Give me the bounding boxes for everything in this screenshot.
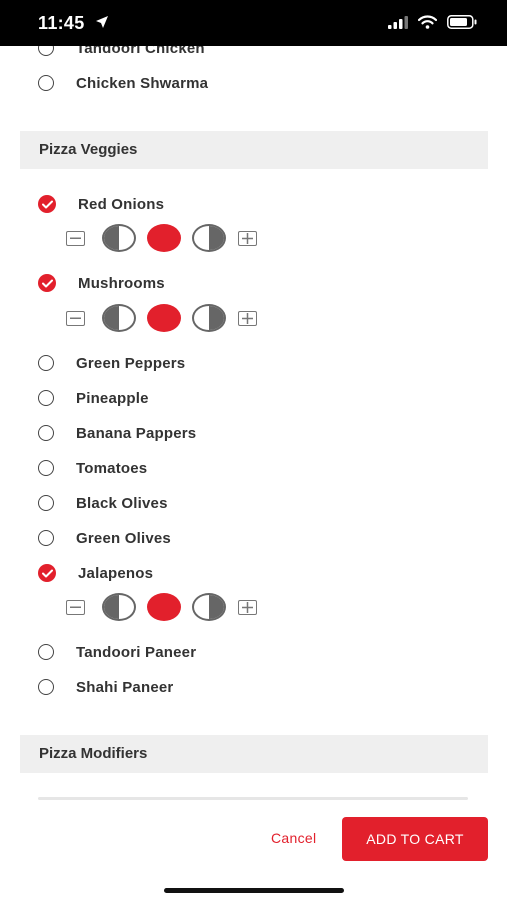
option-red-onions[interactable]: Red Onions <box>38 193 164 215</box>
section-title: Pizza Veggies <box>39 141 138 158</box>
option-green-olives[interactable]: Green Olives <box>38 527 171 549</box>
option-label: Shahi Paneer <box>76 678 174 696</box>
options-scroll-area[interactable]: Tandoori Chicken Chicken Shwarma Pizza V… <box>0 46 507 800</box>
portion-selector-mushrooms <box>66 304 257 332</box>
right-half-portion-icon[interactable] <box>192 593 226 621</box>
increase-portion-icon[interactable] <box>238 599 257 615</box>
home-indicator[interactable] <box>164 888 344 893</box>
decrease-portion-icon[interactable] <box>66 310 85 326</box>
option-pineapple[interactable]: Pineapple <box>38 387 149 409</box>
whole-portion-icon[interactable] <box>147 593 181 621</box>
option-shahi-paneer[interactable]: Shahi Paneer <box>38 676 173 698</box>
option-banana-pappers[interactable]: Banana Pappers <box>38 422 196 444</box>
radio-unchecked-icon[interactable] <box>38 355 54 371</box>
option-green-peppers[interactable]: Green Peppers <box>38 352 185 374</box>
option-mushrooms[interactable]: Mushrooms <box>38 272 165 294</box>
option-label: Banana Pappers <box>76 424 197 442</box>
radio-unchecked-icon[interactable] <box>38 46 54 56</box>
decrease-portion-icon[interactable] <box>66 230 85 246</box>
portion-selector-jalapenos <box>66 593 257 621</box>
portion-selector-red-onions <box>66 224 257 252</box>
option-label: Tomatoes <box>76 459 148 477</box>
radio-unchecked-icon[interactable] <box>38 390 54 406</box>
radio-unchecked-icon[interactable] <box>38 425 54 441</box>
option-tandoori-chicken[interactable]: Tandoori Chicken <box>38 46 205 59</box>
radio-unchecked-icon[interactable] <box>38 679 54 695</box>
right-half-portion-icon[interactable] <box>192 224 226 252</box>
cellular-signal-icon <box>388 15 408 34</box>
radio-unchecked-icon[interactable] <box>38 644 54 660</box>
option-jalapenos[interactable]: Jalapenos <box>38 562 153 584</box>
location-arrow-icon <box>95 15 109 34</box>
status-bar: 11:45 <box>0 0 507 46</box>
option-label: Pineapple <box>76 389 149 407</box>
add-to-cart-button[interactable]: ADD TO CART <box>342 817 488 861</box>
battery-icon <box>447 15 477 34</box>
left-half-portion-icon[interactable] <box>102 224 136 252</box>
option-label: Tandoori Paneer <box>76 643 197 661</box>
status-time: 11:45 <box>38 13 85 33</box>
whole-portion-icon[interactable] <box>147 304 181 332</box>
option-label: Mushrooms <box>78 274 165 292</box>
option-label: Jalapenos <box>78 564 154 582</box>
option-label: Black Olives <box>76 494 168 512</box>
footer-bar: Cancel ADD TO CART <box>0 800 507 900</box>
option-chicken-shwarma[interactable]: Chicken Shwarma <box>38 72 208 94</box>
option-label: Red Onions <box>78 195 165 213</box>
option-tomatoes[interactable]: Tomatoes <box>38 457 147 479</box>
cancel-button[interactable]: Cancel <box>271 830 316 846</box>
section-header-pizza-veggies: Pizza Veggies <box>20 131 488 169</box>
checkmark-icon[interactable] <box>38 274 56 292</box>
increase-portion-icon[interactable] <box>238 230 257 246</box>
option-label: Green Peppers <box>76 354 186 372</box>
left-half-portion-icon[interactable] <box>102 304 136 332</box>
radio-unchecked-icon[interactable] <box>38 460 54 476</box>
decrease-portion-icon[interactable] <box>66 599 85 615</box>
increase-portion-icon[interactable] <box>238 310 257 326</box>
option-label: Chicken Shwarma <box>76 74 209 92</box>
right-half-portion-icon[interactable] <box>192 304 226 332</box>
checkmark-icon[interactable] <box>38 564 56 582</box>
option-tandoori-paneer[interactable]: Tandoori Paneer <box>38 641 196 663</box>
wifi-icon <box>417 15 438 34</box>
option-label: Green Olives <box>76 529 171 547</box>
whole-portion-icon[interactable] <box>147 224 181 252</box>
radio-unchecked-icon[interactable] <box>38 495 54 511</box>
radio-unchecked-icon[interactable] <box>38 530 54 546</box>
checkmark-icon[interactable] <box>38 195 56 213</box>
section-header-pizza-modifiers: Pizza Modifiers <box>20 735 488 773</box>
radio-unchecked-icon[interactable] <box>38 75 54 91</box>
option-label: Tandoori Chicken <box>76 46 205 57</box>
option-black-olives[interactable]: Black Olives <box>38 492 168 514</box>
section-title: Pizza Modifiers <box>39 745 148 762</box>
left-half-portion-icon[interactable] <box>102 593 136 621</box>
